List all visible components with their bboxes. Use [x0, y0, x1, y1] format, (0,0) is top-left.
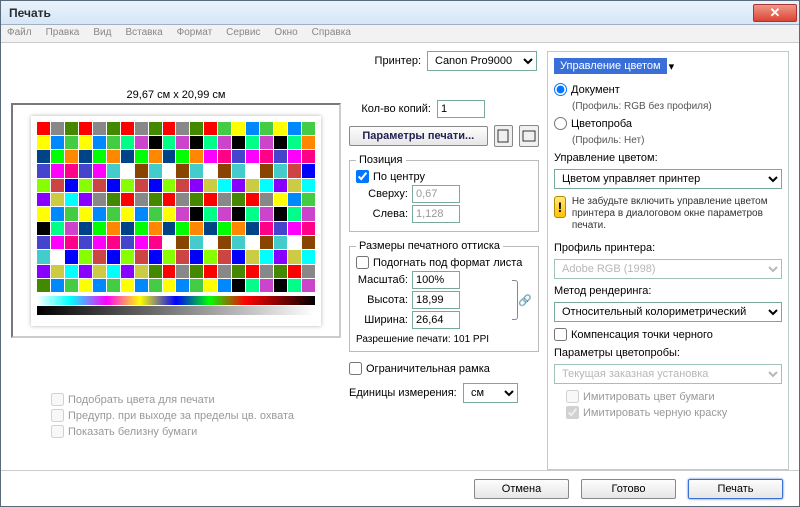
bounding-box-label: Ограничительная рамка	[366, 363, 490, 375]
simulate-black-checkbox	[566, 406, 579, 419]
left-column: 29,67 см x 20,99 см Подобрать цвета для …	[11, 51, 341, 470]
bpc-checkbox[interactable]	[554, 328, 567, 341]
menu-item: Вид	[93, 27, 111, 40]
preview-box	[11, 103, 341, 338]
preview-page	[31, 116, 321, 326]
lock-icon[interactable]: 🔗	[518, 290, 532, 310]
position-fieldset: Позиция По центру Сверху: Слева:	[349, 154, 539, 232]
menu-item: Правка	[46, 27, 80, 40]
content-area: 29,67 см x 20,99 см Подобрать цвета для …	[1, 43, 799, 470]
gray-gradient-bar	[37, 306, 315, 315]
handling-label: Управление цветом:	[554, 152, 782, 164]
bpc-label: Компенсация точки черного	[571, 329, 713, 341]
proof-params-label: Параметры цветопробы:	[554, 347, 782, 359]
top-label: Сверху:	[356, 188, 408, 200]
printer-select[interactable]: Canon Pro9000	[427, 51, 537, 71]
gamut-warning-label: Предупр. при выходе за пределы цв. охват…	[68, 410, 294, 422]
document-radio[interactable]	[554, 83, 567, 96]
printer-label: Принтер:	[349, 55, 421, 67]
footer: Отмена Готово Печать	[1, 470, 799, 506]
fit-media-label: Подогнать под формат листа	[373, 257, 522, 269]
fit-media-checkbox[interactable]	[356, 256, 369, 269]
rendering-intent-select[interactable]: Относительный колориметрический	[554, 302, 782, 322]
position-legend: Позиция	[356, 154, 406, 166]
chart-footer	[37, 296, 315, 320]
menu-item: Файл	[7, 27, 32, 40]
document-profile: (Профиль: RGB без профиля)	[572, 101, 782, 112]
menubar: Файл Правка Вид Вставка Формат Сервис Ок…	[1, 25, 799, 43]
units-label: Единицы измерения:	[349, 387, 457, 399]
color-test-chart	[37, 122, 315, 293]
dropdown-arrow-icon[interactable]: ▾	[669, 60, 675, 73]
menu-item: Сервис	[226, 27, 260, 40]
simulate-paper-label: Имитировать цвет бумаги	[583, 391, 715, 403]
menu-item: Справка	[312, 27, 351, 40]
color-management-header: Управление цветом	[554, 58, 667, 74]
simulate-paper-checkbox	[566, 390, 579, 403]
document-radio-label: Документ	[571, 84, 620, 96]
center-checkbox[interactable]	[356, 170, 369, 183]
printer-profile-select: Adobe RGB (1998)	[554, 259, 782, 279]
warning-icon: !	[554, 196, 566, 218]
match-colors-label: Подобрать цвета для печати	[68, 394, 215, 406]
width-input[interactable]	[412, 311, 460, 329]
middle-column: Принтер: Canon Pro9000 Кол-во копий: Пар…	[349, 51, 539, 470]
color-handling-select[interactable]: Цветом управляет принтер	[554, 169, 782, 189]
menu-item: Окно	[274, 27, 297, 40]
titlebar: Печать ✕	[1, 1, 799, 25]
preview-dimensions: 29,67 см x 20,99 см	[11, 89, 341, 101]
print-button[interactable]: Печать	[688, 479, 783, 499]
units-select[interactable]: см	[463, 383, 518, 403]
close-button[interactable]: ✕	[753, 4, 797, 22]
left-label: Слева:	[356, 208, 408, 220]
size-fieldset: Размеры печатного оттиска Подогнать под …	[349, 240, 539, 352]
match-colors-checkbox	[51, 393, 64, 406]
width-label: Ширина:	[356, 314, 408, 326]
print-dialog: Печать ✕ Файл Правка Вид Вставка Формат …	[0, 0, 800, 507]
copies-label: Кол-во копий:	[349, 103, 431, 115]
proof-preset-select: Текущая заказная установка	[554, 364, 782, 384]
print-settings-button[interactable]: Параметры печати...	[349, 126, 488, 146]
proof-radio[interactable]	[554, 117, 567, 130]
height-input[interactable]	[412, 291, 460, 309]
paper-white-label: Показать белизну бумаги	[68, 426, 197, 438]
scale-label: Масштаб:	[356, 274, 408, 286]
top-input	[412, 185, 460, 203]
resolution-label: Разрешение печати: 101 PPI	[356, 334, 532, 345]
portrait-icon[interactable]	[494, 125, 514, 147]
color-gradient-bar	[37, 296, 315, 305]
proof-radio-label: Цветопроба	[571, 118, 632, 130]
right-column: Управление цветом ▾ Документ (Профиль: R…	[547, 51, 789, 470]
rendering-intent-label: Метод рендеринга:	[554, 285, 782, 297]
cancel-button[interactable]: Отмена	[474, 479, 569, 499]
proof-profile: (Профиль: Нет)	[572, 135, 782, 146]
center-label: По центру	[373, 171, 425, 183]
menu-item: Формат	[177, 27, 213, 40]
height-label: Высота:	[356, 294, 408, 306]
paper-white-checkbox	[51, 425, 64, 438]
window-title: Печать	[9, 6, 753, 20]
done-button[interactable]: Готово	[581, 479, 676, 499]
warning-box: ! Не забудьте включить управление цветом…	[554, 196, 782, 232]
warning-text: Не забудьте включить управление цветом п…	[572, 196, 782, 232]
landscape-icon[interactable]	[519, 125, 539, 147]
gamut-warning-checkbox	[51, 409, 64, 422]
menu-item: Вставка	[125, 27, 162, 40]
size-legend: Размеры печатного оттиска	[356, 240, 503, 252]
scale-input[interactable]	[412, 271, 460, 289]
bounding-box-checkbox[interactable]	[349, 362, 362, 375]
printer-profile-label: Профиль принтера:	[554, 242, 782, 254]
copies-input[interactable]	[437, 100, 485, 118]
simulate-black-label: Имитировать черную краску	[583, 407, 727, 419]
left-options: Подобрать цвета для печати Предупр. при …	[11, 393, 341, 438]
left-input	[412, 205, 460, 223]
